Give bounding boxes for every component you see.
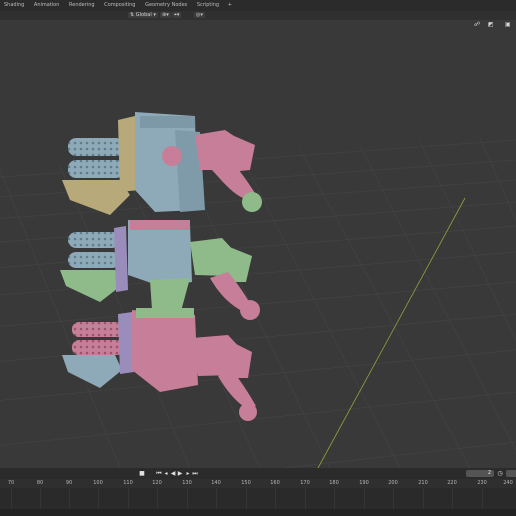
- status-bar: [0, 509, 516, 516]
- orientation-dropdown[interactable]: ⇅ Global ▾: [128, 12, 158, 19]
- reverse-play-icon: ◀: [170, 470, 176, 477]
- orientation-label: Global: [135, 12, 152, 18]
- tab-scripting[interactable]: Scripting: [193, 0, 223, 11]
- xray-icon: ▣: [505, 21, 511, 28]
- model-blaster-1: [62, 112, 262, 215]
- step-forward-icon: ▸: [186, 470, 190, 477]
- ruler-tick: 150: [241, 480, 251, 486]
- stopwatch-button[interactable]: ◷: [497, 470, 503, 477]
- overlay-icon: ◩: [488, 21, 494, 28]
- tab-shading[interactable]: Shading: [0, 0, 28, 11]
- ruler-tick: 240: [503, 480, 513, 486]
- play-button[interactable]: ■: [139, 470, 145, 477]
- chevron-down-icon: ▾: [166, 12, 169, 18]
- step-back-icon: ◂: [164, 470, 168, 477]
- play-icon: ■: [139, 470, 145, 477]
- ruler-tick: 120: [152, 480, 162, 486]
- ruler-tick: 210: [418, 480, 428, 486]
- tab-geometry-nodes[interactable]: Geometry Nodes: [141, 0, 191, 11]
- chevron-down-icon: ▾: [176, 12, 180, 18]
- ruler-tick: 100: [93, 480, 103, 486]
- ruler-tick: 110: [123, 480, 133, 486]
- ruler-tick: 190: [359, 480, 369, 486]
- stopwatch-icon: ◷: [497, 470, 503, 477]
- viewport-canvas: [0, 112, 516, 468]
- tab-compositing[interactable]: Compositing: [100, 0, 139, 11]
- pivot-dropdown[interactable]: ⊕▾: [160, 12, 171, 19]
- ruler-tick: 160: [270, 480, 280, 486]
- viewport-header: ⇅ Global ▾ ⊕▾ ⌖▾ ◎▾: [0, 11, 516, 20]
- playback-controls: ■ ⏮ ◂ ◀ ▶ ▸ ⏭ 2 ◷: [0, 468, 516, 479]
- jump-end-icon: ⏭: [192, 470, 198, 477]
- gizmo-icon: ☍: [474, 21, 481, 28]
- ruler-tick: 80: [36, 480, 44, 486]
- ruler-tick: 230: [477, 480, 487, 486]
- overlay-toggle[interactable]: ◩: [488, 20, 494, 29]
- ruler-tick: 170: [300, 480, 310, 486]
- add-workspace-button[interactable]: +: [225, 0, 235, 11]
- step-forward-button[interactable]: ▸: [185, 470, 191, 477]
- xray-toggle[interactable]: ▣: [505, 20, 511, 29]
- jump-end-button[interactable]: ⏭: [192, 470, 198, 477]
- proportional-edit-toggle[interactable]: ◎▾: [194, 12, 205, 19]
- play-forward-icon: ▶: [177, 470, 183, 477]
- reverse-play-button[interactable]: ◀: [170, 470, 176, 477]
- ruler-tick: 90: [65, 480, 73, 486]
- start-frame-field[interactable]: [506, 470, 516, 477]
- gizmo-toggle[interactable]: ☍: [474, 20, 480, 29]
- ruler-tick: 200: [388, 480, 398, 486]
- ruler-tick: 180: [329, 480, 339, 486]
- jump-start-icon: ⏮: [156, 470, 162, 477]
- step-back-button[interactable]: ◂: [163, 470, 169, 477]
- y-axis-line: [317, 197, 466, 468]
- ruler-tick: 140: [211, 480, 221, 486]
- model-blaster-3: [62, 308, 257, 421]
- ruler-tick: 220: [447, 480, 457, 486]
- ruler-tick: 130: [182, 480, 192, 486]
- tab-rendering[interactable]: Rendering: [65, 0, 99, 11]
- frame-ruler[interactable]: 70 80 90 100 110 120 130 140 150 160 170…: [0, 479, 516, 488]
- ruler-tick: 70: [7, 480, 15, 486]
- snap-toggle[interactable]: ⌖▾: [172, 12, 182, 19]
- workspace-tab-bar: Shading Animation Rendering Compositing …: [0, 0, 516, 11]
- tab-animation[interactable]: Animation: [30, 0, 64, 11]
- 3d-viewport[interactable]: ☍ ◩ ▣: [0, 20, 516, 468]
- jump-start-button[interactable]: ⏮: [156, 470, 162, 477]
- current-frame-field[interactable]: 2: [466, 470, 494, 477]
- play-forward-button[interactable]: ▶: [177, 470, 183, 477]
- model-blaster-2: [60, 220, 260, 320]
- chevron-down-icon: ▾: [200, 12, 203, 18]
- orientation-icon: ⇅: [130, 12, 135, 18]
- chevron-down-icon: ▾: [153, 12, 156, 18]
